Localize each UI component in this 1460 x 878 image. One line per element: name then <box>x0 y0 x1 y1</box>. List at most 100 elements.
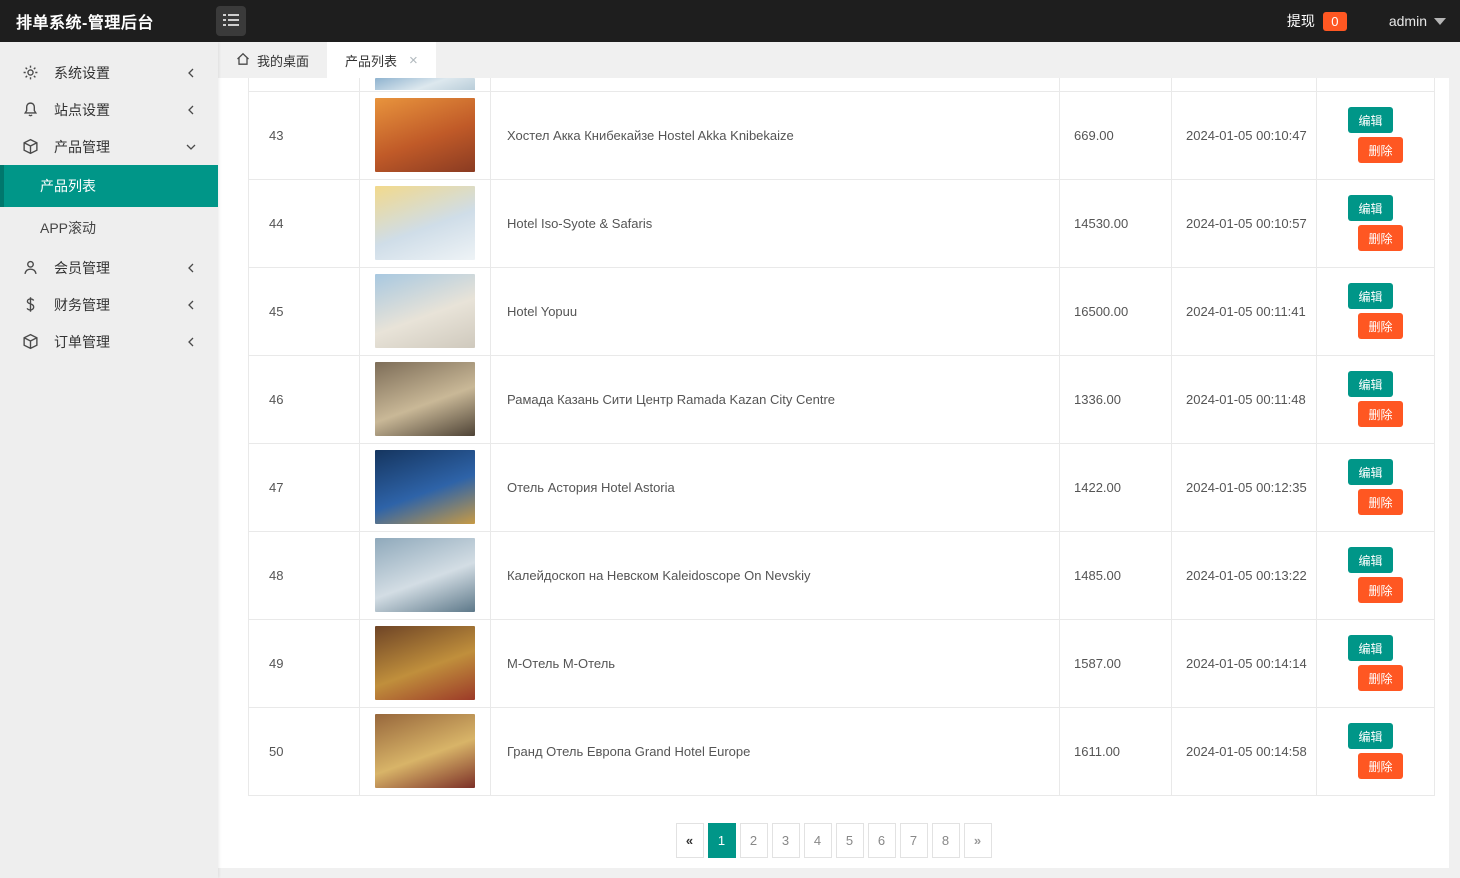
withdraw-link[interactable]: 提现 0 <box>1287 11 1347 31</box>
sidebar-subitem-product-list[interactable]: 产品列表 <box>0 165 218 207</box>
product-list-panel: 43 Хостел Акка Книбекайзе Hostel Akka Kn… <box>218 78 1449 868</box>
table-row: 44 Hotel Iso-Syote & Safaris 14530.00 20… <box>249 179 1435 267</box>
table-row: 49 М-Отель М-Отель 1587.00 2024-01-05 00… <box>249 619 1435 707</box>
sidebar: 系统设置 站点设置 产品管理 产品列表 <box>0 42 218 878</box>
edit-button[interactable]: 编辑 <box>1348 723 1393 749</box>
sidebar-item-system-settings[interactable]: 系统设置 <box>0 54 218 91</box>
content-column: 我的桌面 产品列表 × <box>218 42 1460 878</box>
dollar-icon <box>22 296 39 313</box>
hotel-photo <box>375 626 475 700</box>
withdraw-label: 提现 <box>1287 11 1315 31</box>
edit-button[interactable]: 编辑 <box>1348 635 1393 661</box>
tab-label: 产品列表 <box>345 51 397 70</box>
product-name: Хостел Акка Книбекайзе Hostel Akka Knibe… <box>491 91 1060 179</box>
submenu-label: 产品列表 <box>40 176 96 196</box>
delete-button[interactable]: 删除 <box>1358 401 1403 427</box>
product-id: 47 <box>249 443 360 531</box>
table-row: 47 Отель Астория Hotel Astoria 1422.00 2… <box>249 443 1435 531</box>
product-date: 2024-01-05 00:11:41 <box>1172 267 1317 355</box>
edit-button[interactable]: 编辑 <box>1348 547 1393 573</box>
chevron-left-icon <box>186 65 196 81</box>
user-menu[interactable]: admin <box>1389 13 1446 29</box>
tab-product-list[interactable]: 产品列表 × <box>327 42 436 78</box>
sidebar-item-label: 财务管理 <box>54 295 186 315</box>
product-name: Гранд Отель Европа Grand Hotel Europe <box>491 707 1060 795</box>
product-date: 2024-01-05 00:10:57 <box>1172 179 1317 267</box>
pagination-next[interactable]: » <box>964 823 992 858</box>
product-name: Hotel Yopuu <box>491 267 1060 355</box>
table-row: 46 Рамада Казань Сити Центр Ramada Kazan… <box>249 355 1435 443</box>
pagination-page-1[interactable]: 1 <box>708 823 736 858</box>
close-icon[interactable]: × <box>409 53 418 68</box>
delete-button[interactable]: 删除 <box>1358 489 1403 515</box>
product-date: 2024-01-05 00:13:22 <box>1172 531 1317 619</box>
delete-button[interactable]: 删除 <box>1358 225 1403 251</box>
submenu-label: APP滚动 <box>40 218 96 238</box>
product-date: 2024-01-05 00:10:47 <box>1172 91 1317 179</box>
bell-icon <box>22 101 39 118</box>
list-menu-icon <box>222 13 240 30</box>
sidebar-item-member-management[interactable]: 会员管理 <box>0 249 218 286</box>
edit-button[interactable]: 编辑 <box>1348 283 1393 309</box>
sidebar-toggle-button[interactable] <box>216 6 246 36</box>
product-id: 48 <box>249 531 360 619</box>
product-id: 43 <box>249 91 360 179</box>
product-date: 2024-01-05 00:12:35 <box>1172 443 1317 531</box>
sidebar-item-site-settings[interactable]: 站点设置 <box>0 91 218 128</box>
edit-button[interactable]: 编辑 <box>1348 195 1393 221</box>
pagination-page-4[interactable]: 4 <box>804 823 832 858</box>
tab-bar: 我的桌面 产品列表 × <box>218 42 1460 78</box>
products-table: 43 Хостел Акка Книбекайзе Hostel Akka Kn… <box>248 78 1435 796</box>
product-name: Hotel Iso-Syote & Safaris <box>491 179 1060 267</box>
delete-button[interactable]: 删除 <box>1358 313 1403 339</box>
table-row: 43 Хостел Акка Книбекайзе Hostel Akka Kn… <box>249 91 1435 179</box>
product-price: 669.00 <box>1060 91 1172 179</box>
table-row: 50 Гранд Отель Европа Grand Hotel Europe… <box>249 707 1435 795</box>
product-name: Отель Астория Hotel Astoria <box>491 443 1060 531</box>
hotel-photo <box>375 538 475 612</box>
edit-button[interactable]: 编辑 <box>1348 107 1393 133</box>
product-id: 49 <box>249 619 360 707</box>
edit-button[interactable]: 编辑 <box>1348 371 1393 397</box>
pagination: « 1 2 3 4 5 6 7 8 » <box>218 823 1449 858</box>
chevron-left-icon <box>186 102 196 118</box>
product-submenu: 产品列表 APP滚动 <box>0 165 218 249</box>
pagination-prev[interactable]: « <box>676 823 704 858</box>
product-date: 2024-01-05 00:14:14 <box>1172 619 1317 707</box>
app-root: 排单系统-管理后台 提现 0 admin <box>0 0 1460 878</box>
hotel-photo <box>375 98 475 172</box>
pagination-page-3[interactable]: 3 <box>772 823 800 858</box>
sidebar-item-label: 订单管理 <box>54 332 186 352</box>
hotel-photo <box>375 362 475 436</box>
delete-button[interactable]: 删除 <box>1358 665 1403 691</box>
tab-my-desktop[interactable]: 我的桌面 <box>218 42 327 78</box>
gear-icon <box>22 64 39 81</box>
pagination-page-6[interactable]: 6 <box>868 823 896 858</box>
sidebar-subitem-app-scroll[interactable]: APP滚动 <box>0 207 218 249</box>
sidebar-item-finance-management[interactable]: 财务管理 <box>0 286 218 323</box>
main-area: 系统设置 站点设置 产品管理 产品列表 <box>0 42 1460 878</box>
withdraw-count-badge: 0 <box>1323 12 1347 31</box>
product-name: Рамада Казань Сити Центр Ramada Kazan Ci… <box>491 355 1060 443</box>
pagination-page-5[interactable]: 5 <box>836 823 864 858</box>
edit-button[interactable]: 编辑 <box>1348 459 1393 485</box>
table-row: 48 Калейдоскоп на Невском Kaleidoscope O… <box>249 531 1435 619</box>
sidebar-item-order-management[interactable]: 订单管理 <box>0 323 218 360</box>
delete-button[interactable]: 删除 <box>1358 137 1403 163</box>
sidebar-item-product-management[interactable]: 产品管理 <box>0 128 218 165</box>
pagination-page-2[interactable]: 2 <box>740 823 768 858</box>
product-id: 45 <box>249 267 360 355</box>
pagination-page-7[interactable]: 7 <box>900 823 928 858</box>
user-icon <box>22 259 39 276</box>
product-name: Калейдоскоп на Невском Kaleidoscope On N… <box>491 531 1060 619</box>
hotel-photo <box>375 186 475 260</box>
product-date: 2024-01-05 00:11:48 <box>1172 355 1317 443</box>
app-title: 排单系统-管理后台 <box>16 9 154 33</box>
cube-icon <box>22 138 39 155</box>
sidebar-item-label: 站点设置 <box>54 100 186 120</box>
tab-label: 我的桌面 <box>257 51 309 70</box>
delete-button[interactable]: 删除 <box>1358 577 1403 603</box>
table-row: 45 Hotel Yopuu 16500.00 2024-01-05 00:11… <box>249 267 1435 355</box>
pagination-page-8[interactable]: 8 <box>932 823 960 858</box>
delete-button[interactable]: 删除 <box>1358 753 1403 779</box>
